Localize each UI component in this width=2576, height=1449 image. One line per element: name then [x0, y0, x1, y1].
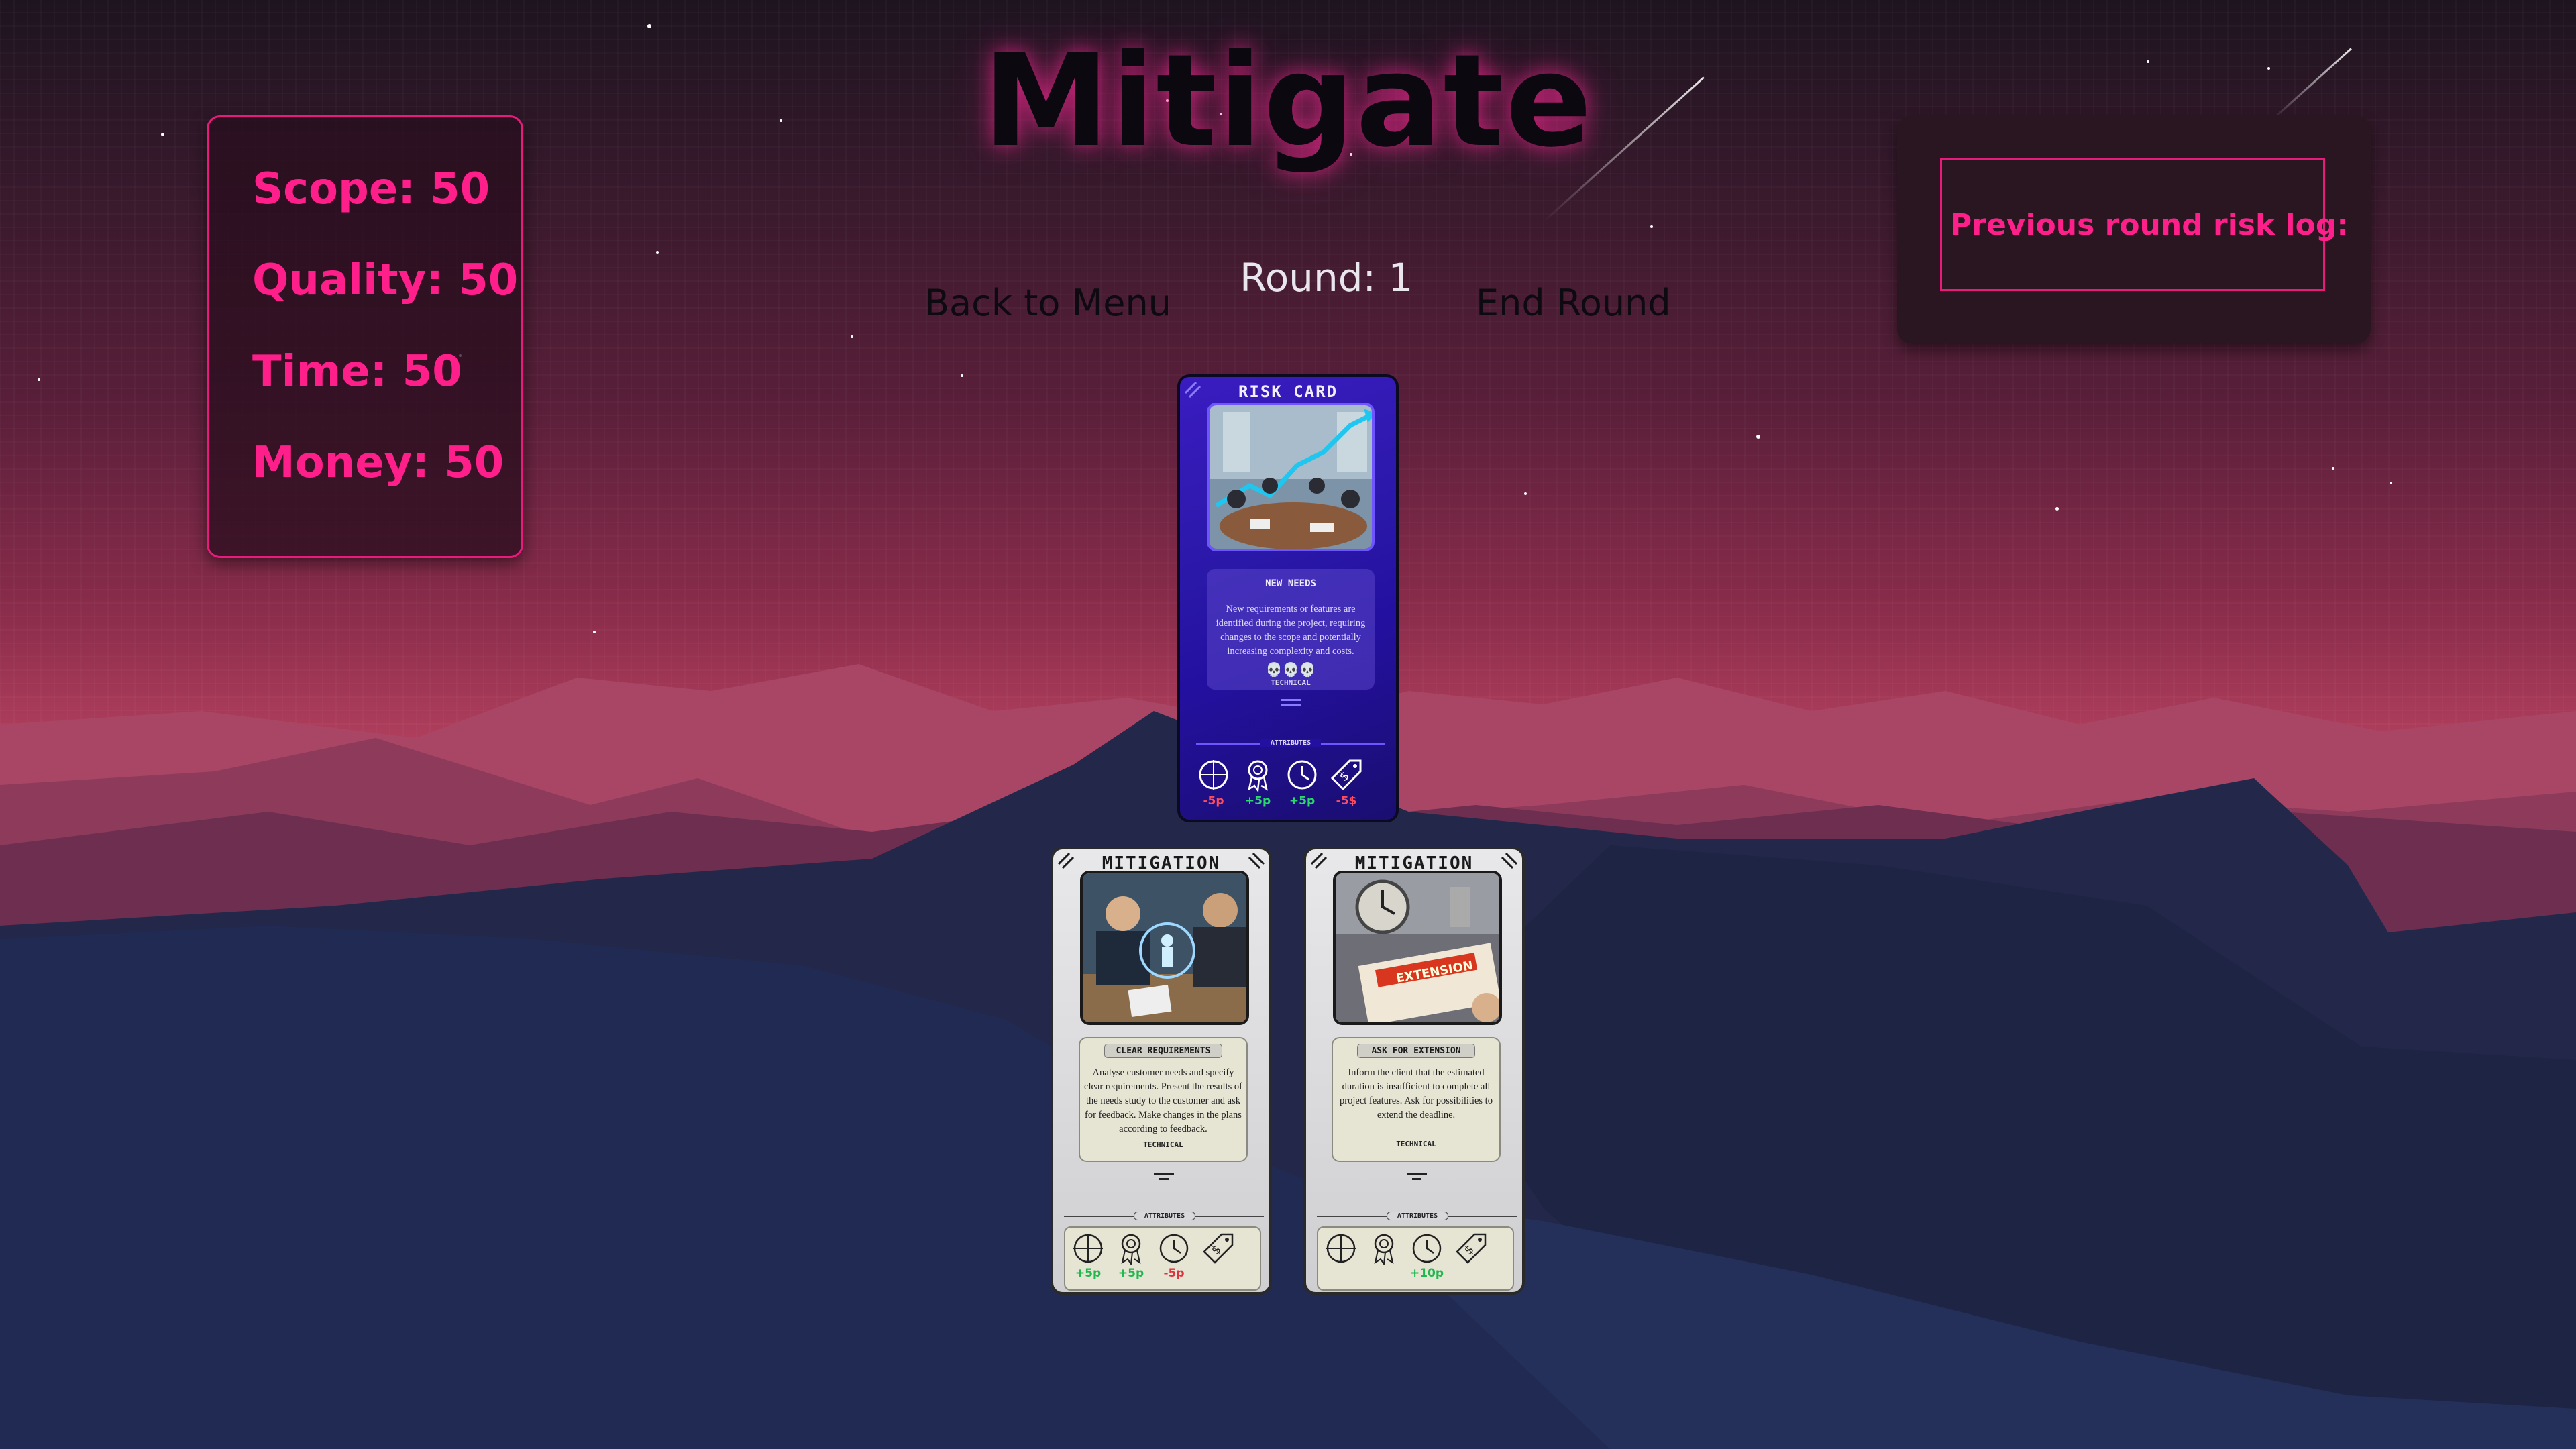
time-value: +5p — [1289, 794, 1316, 808]
scope-attribute: +5p — [1067, 1232, 1110, 1280]
mitigation-card-name: CLEAR REQUIREMENTS — [1104, 1044, 1222, 1058]
attributes-title: ATTRIBUTES — [1260, 739, 1321, 747]
scope-icon — [1199, 760, 1228, 790]
divider — [1159, 1178, 1169, 1180]
mitigation-card-ask-for-extension[interactable]: MITIGATION EXTENSION ASK FOR EXTENSION I… — [1303, 847, 1525, 1295]
risk-log-panel: Previous round risk log: — [1897, 115, 2371, 343]
quality-attribute — [1362, 1232, 1405, 1267]
quality-icon — [1121, 1234, 1141, 1265]
quality-attribute: +5p — [1110, 1232, 1152, 1280]
time-stat: Time: 50 — [252, 347, 462, 396]
time-icon — [1412, 1234, 1442, 1263]
scope-attribute: -5p — [1192, 758, 1235, 808]
divider — [1407, 1173, 1427, 1175]
back-to-menu-button[interactable]: Back to Menu — [924, 282, 1171, 324]
end-round-button[interactable]: End Round — [1476, 282, 1671, 324]
divider — [1281, 699, 1301, 701]
stats-panel: Scope: 50 Quality: 50 Time: 50 Money: 50 — [207, 115, 523, 558]
money-stat: Money: 50 — [252, 438, 504, 488]
time-attribute: -5p — [1152, 1232, 1195, 1280]
scope-icon — [1326, 1234, 1356, 1263]
time-attribute: +5p — [1281, 758, 1324, 808]
money-attribute: $ -5$ — [1325, 758, 1368, 808]
time-attribute: +10p — [1405, 1232, 1448, 1280]
quality-attribute: +5p — [1236, 758, 1279, 808]
mitigation-card-description: Inform the client that the estimated dur… — [1340, 1067, 1493, 1121]
mitigation-card-category: TECHNICAL — [1396, 1140, 1436, 1149]
time-value: -5p — [1163, 1267, 1185, 1280]
attributes-title: ATTRIBUTES — [1134, 1212, 1195, 1220]
risk-log-box[interactable]: Previous round risk log: — [1940, 158, 2349, 291]
scope-value: -5p — [1203, 794, 1224, 808]
money-icon: $ — [1330, 759, 1362, 791]
mitigation-card-name: ASK FOR EXTENSION — [1357, 1044, 1475, 1058]
divider — [1281, 704, 1301, 706]
divider — [1154, 1173, 1174, 1175]
scope-icon — [1073, 1234, 1103, 1263]
scope-value: +5p — [1075, 1267, 1102, 1280]
mitigation-card-category: TECHNICAL — [1143, 1140, 1183, 1150]
quality-icon — [1374, 1234, 1394, 1265]
risk-card-name: NEW NEEDS — [1265, 578, 1316, 589]
quality-value: +5p — [1244, 794, 1271, 808]
time-icon — [1159, 1234, 1189, 1263]
quality-stat: Quality: 50 — [252, 256, 519, 305]
divider — [1412, 1178, 1421, 1180]
quality-value: +5p — [1118, 1267, 1144, 1280]
mitigation-card-description-box: ASK FOR EXTENSION Inform the client that… — [1332, 1037, 1501, 1162]
attributes-title: ATTRIBUTES — [1387, 1212, 1448, 1220]
mitigation-card-clear-requirements[interactable]: MITIGATION CLEAR REQUIREMENTS Analyse cu… — [1051, 847, 1272, 1295]
scope-attribute — [1320, 1232, 1362, 1267]
round-indicator: Round: 1 — [1240, 255, 1413, 301]
money-value: -5$ — [1336, 794, 1357, 808]
risk-log-label: Previous round risk log: — [1950, 207, 2349, 242]
quality-icon — [1248, 760, 1268, 792]
time-icon — [1287, 760, 1317, 790]
risk-card-image — [1207, 402, 1375, 551]
scope-stat: Scope: 50 — [252, 164, 490, 214]
risk-card-description: New requirements or features are identif… — [1216, 604, 1366, 657]
money-icon: $ — [1203, 1233, 1234, 1264]
mitigation-card-description: Analyse customer needs and specify clear… — [1084, 1067, 1242, 1135]
risk-card-description-box: NEW NEEDS New requirements or features a… — [1207, 569, 1375, 690]
money-attribute: $ — [1197, 1232, 1240, 1267]
risk-card-header: RISK CARD — [1238, 382, 1338, 401]
risk-card[interactable]: RISK CARD NEW NEEDS New requirements or … — [1177, 374, 1399, 822]
mitigation-card-description-box: CLEAR REQUIREMENTS Analyse customer need… — [1079, 1037, 1248, 1162]
money-icon: $ — [1456, 1233, 1487, 1264]
severity-icons: 💀💀💀 — [1265, 663, 1316, 678]
mitigation-card-image: EXTENSION — [1333, 871, 1502, 1025]
money-attribute: $ — [1450, 1232, 1493, 1267]
time-value: +10p — [1409, 1267, 1444, 1280]
risk-card-category: TECHNICAL — [1271, 678, 1311, 688]
mitigation-card-image — [1080, 871, 1249, 1025]
